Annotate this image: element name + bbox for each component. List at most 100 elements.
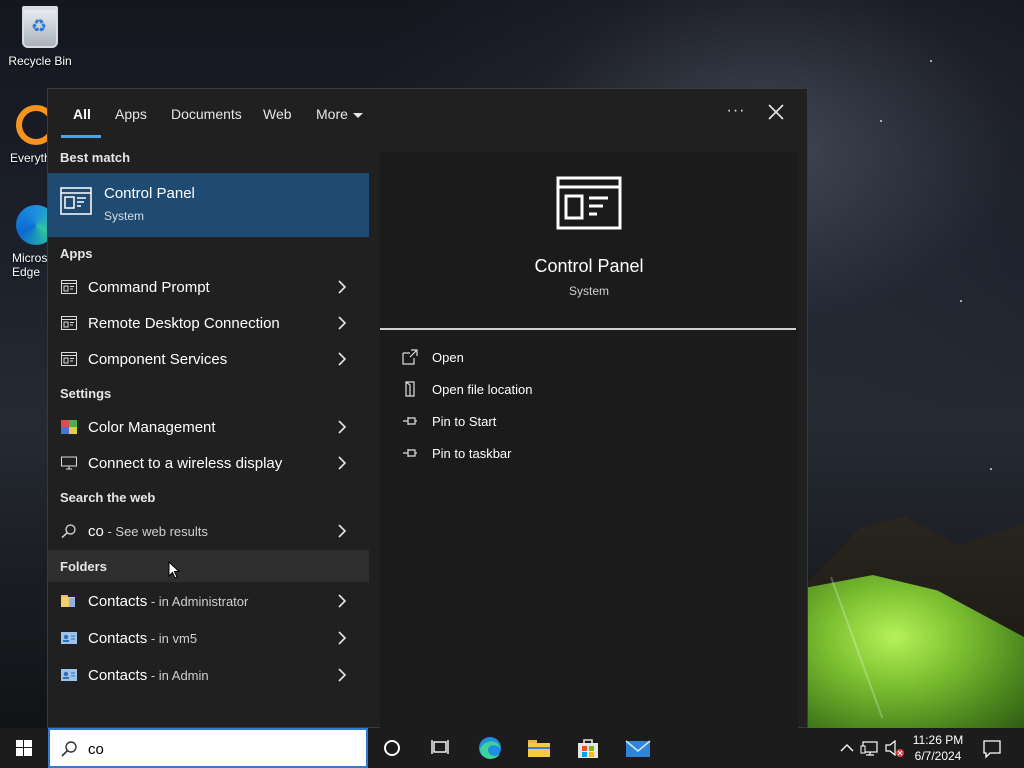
contacts-folder-icon: [61, 669, 77, 681]
taskbar: 11:26 PM 6/7/2024: [0, 728, 1024, 768]
taskbar-store[interactable]: [564, 728, 612, 768]
pin-icon: [403, 417, 417, 425]
result-label: co - See web results: [88, 523, 208, 540]
best-match-control-panel[interactable]: Control Panel System: [48, 173, 369, 237]
chevron-right-icon[interactable]: [335, 350, 349, 368]
action-pin-to-taskbar[interactable]: Pin to taskbar: [402, 443, 702, 465]
network-icon: [860, 741, 878, 756]
folder-icon: [61, 595, 75, 607]
folder-name: Contacts: [88, 593, 148, 610]
result-folder-contacts-admin[interactable]: Contacts - in Admin: [48, 657, 369, 693]
taskbar-mail[interactable]: [613, 728, 661, 768]
chevron-right-icon[interactable]: [335, 418, 349, 436]
detail-title: Control Panel: [534, 256, 644, 276]
search-icon: [61, 524, 76, 538]
action-label: Open file location: [432, 382, 533, 397]
recycle-bin-icon: [22, 6, 58, 48]
taskbar-search-box[interactable]: [48, 728, 368, 768]
best-match-title: Control Panel: [104, 185, 195, 202]
clock-time: 11:26 PM: [912, 733, 964, 747]
color-management-icon: [61, 420, 77, 434]
web-query: co: [88, 523, 104, 540]
network-button[interactable]: [860, 728, 882, 768]
action-center-button[interactable]: [978, 728, 1006, 768]
result-remote-desktop-connection[interactable]: Remote Desktop Connection: [48, 305, 369, 341]
star: [960, 300, 962, 302]
action-label: Pin to taskbar: [432, 446, 512, 461]
tab-more-label: More: [316, 106, 348, 122]
result-color-management[interactable]: Color Management: [48, 409, 369, 445]
section-best-match: Best match: [60, 150, 131, 165]
monitor-icon: [61, 456, 77, 470]
result-component-services[interactable]: Component Services: [48, 341, 369, 377]
cortana-button[interactable]: [368, 728, 416, 768]
result-label: Connect to a wireless display: [88, 455, 283, 472]
taskbar-edge[interactable]: [466, 728, 514, 768]
tab-all[interactable]: All: [73, 106, 91, 122]
start-button[interactable]: [0, 728, 48, 768]
close-button[interactable]: [764, 99, 788, 125]
best-match-subtitle: System: [104, 209, 145, 223]
tab-web[interactable]: Web: [263, 106, 292, 122]
chevron-right-icon[interactable]: [335, 629, 349, 647]
pin-icon: [403, 449, 417, 457]
taskbar-file-explorer[interactable]: [515, 728, 563, 768]
action-label: Open: [432, 350, 464, 365]
app-window-icon: [61, 352, 77, 366]
action-pin-to-start[interactable]: Pin to Start: [402, 411, 702, 433]
active-tab-indicator: [61, 135, 101, 138]
store-bag-icon: [578, 739, 598, 758]
search-input[interactable]: [88, 739, 358, 759]
section-settings: Settings: [60, 386, 112, 401]
mouse-cursor-icon: [168, 561, 180, 579]
app-window-icon: [61, 316, 77, 330]
action-label: Pin to Start: [432, 414, 497, 429]
detail-header: Control Panel System: [380, 152, 798, 328]
show-hidden-icons-button[interactable]: [838, 728, 856, 768]
web-suffix: - See web results: [103, 524, 208, 539]
windows-logo-icon: [16, 740, 32, 756]
chevron-right-icon[interactable]: [335, 522, 349, 540]
task-view-button[interactable]: [416, 728, 464, 768]
result-label: Contacts - in Administrator: [88, 593, 248, 610]
search-panel: All Apps Documents Web More ··· Best mat…: [47, 88, 808, 729]
result-label: Remote Desktop Connection: [88, 315, 280, 332]
ellipsis-icon: ···: [726, 102, 746, 119]
desktop-icon-label: Recycle Bin: [8, 54, 72, 68]
section-folders: Folders: [60, 559, 107, 574]
action-open[interactable]: Open: [402, 347, 702, 369]
folder-location: - in vm5: [147, 631, 198, 646]
result-web-search[interactable]: co - See web results: [48, 513, 369, 549]
contacts-folder-icon: [61, 632, 77, 644]
caret-down-icon: [352, 112, 363, 118]
chevron-right-icon[interactable]: [335, 278, 349, 296]
tab-apps[interactable]: Apps: [115, 106, 147, 122]
chevron-right-icon[interactable]: [335, 314, 349, 332]
section-apps: Apps: [60, 246, 93, 261]
chevron-right-icon[interactable]: [335, 666, 349, 684]
search-icon: [61, 741, 77, 757]
folder-location: - in Administrator: [147, 594, 249, 609]
tab-more[interactable]: More: [316, 106, 363, 122]
star: [930, 60, 932, 62]
result-command-prompt[interactable]: Command Prompt: [48, 269, 369, 305]
mail-icon: [625, 740, 651, 757]
tab-documents[interactable]: Documents: [171, 106, 242, 122]
volume-muted-icon: [885, 739, 904, 757]
action-open-file-location[interactable]: Open file location: [402, 379, 702, 401]
file-location-icon: [405, 381, 415, 397]
chevron-right-icon[interactable]: [335, 454, 349, 472]
control-panel-icon: [60, 187, 92, 215]
folder-name: Contacts: [88, 667, 148, 684]
app-window-icon: [61, 280, 77, 294]
more-options-button[interactable]: ···: [724, 102, 748, 122]
volume-button[interactable]: [884, 728, 906, 768]
clock[interactable]: 11:26 PM 6/7/2024: [905, 732, 971, 764]
desktop-icon-recycle-bin[interactable]: Recycle Bin: [0, 6, 80, 68]
chevron-right-icon[interactable]: [335, 592, 349, 610]
result-connect-wireless-display[interactable]: Connect to a wireless display: [48, 445, 369, 481]
star: [880, 120, 882, 122]
result-folder-contacts-administrator[interactable]: Contacts - in Administrator: [48, 583, 369, 619]
section-search-web: Search the web: [60, 490, 156, 505]
result-folder-contacts-vm5[interactable]: Contacts - in vm5: [48, 620, 369, 656]
